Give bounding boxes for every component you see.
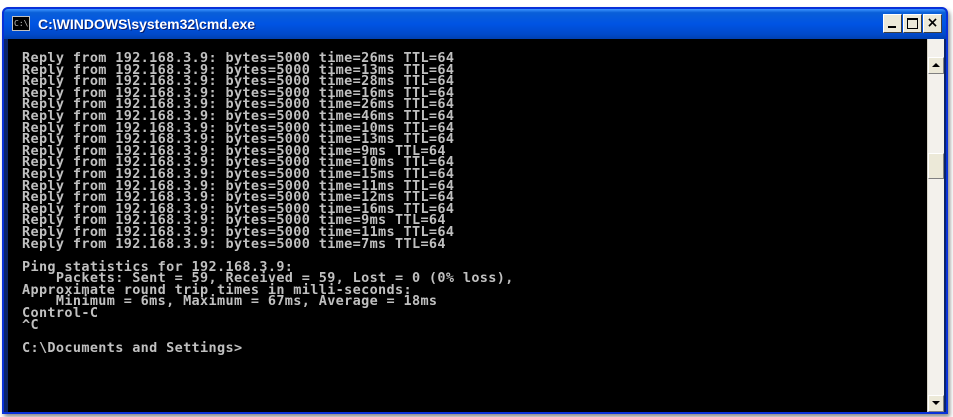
scroll-thumb[interactable] <box>928 153 944 179</box>
window-title: C:\WINDOWS\system32\cmd.exe <box>38 16 256 32</box>
close-icon: × <box>926 15 939 31</box>
minimize-button[interactable] <box>883 14 902 33</box>
close-button[interactable]: × <box>923 14 942 33</box>
maximize-button[interactable] <box>903 14 922 33</box>
title-bar[interactable]: C:\ C:\WINDOWS\system32\cmd.exe × <box>4 9 946 39</box>
console-line: C:\Documents and Settings> <box>22 339 243 356</box>
console-line: ^C <box>22 316 39 333</box>
cmd-window: C:\ C:\WINDOWS\system32\cmd.exe × Reply … <box>2 7 948 414</box>
console-output: Reply from 192.168.3.9: bytes=5000 time=… <box>22 51 514 356</box>
scroll-down-arrow-icon[interactable] <box>928 395 944 412</box>
scroll-up-arrow-icon[interactable] <box>928 57 944 74</box>
console-area[interactable]: Reply from 192.168.3.9: bytes=5000 time=… <box>8 39 927 412</box>
vertical-scrollbar[interactable] <box>927 39 944 412</box>
cmd-console-icon[interactable]: C:\ <box>12 16 30 31</box>
console-line: Reply from 192.168.3.9: bytes=5000 time=… <box>22 235 446 252</box>
